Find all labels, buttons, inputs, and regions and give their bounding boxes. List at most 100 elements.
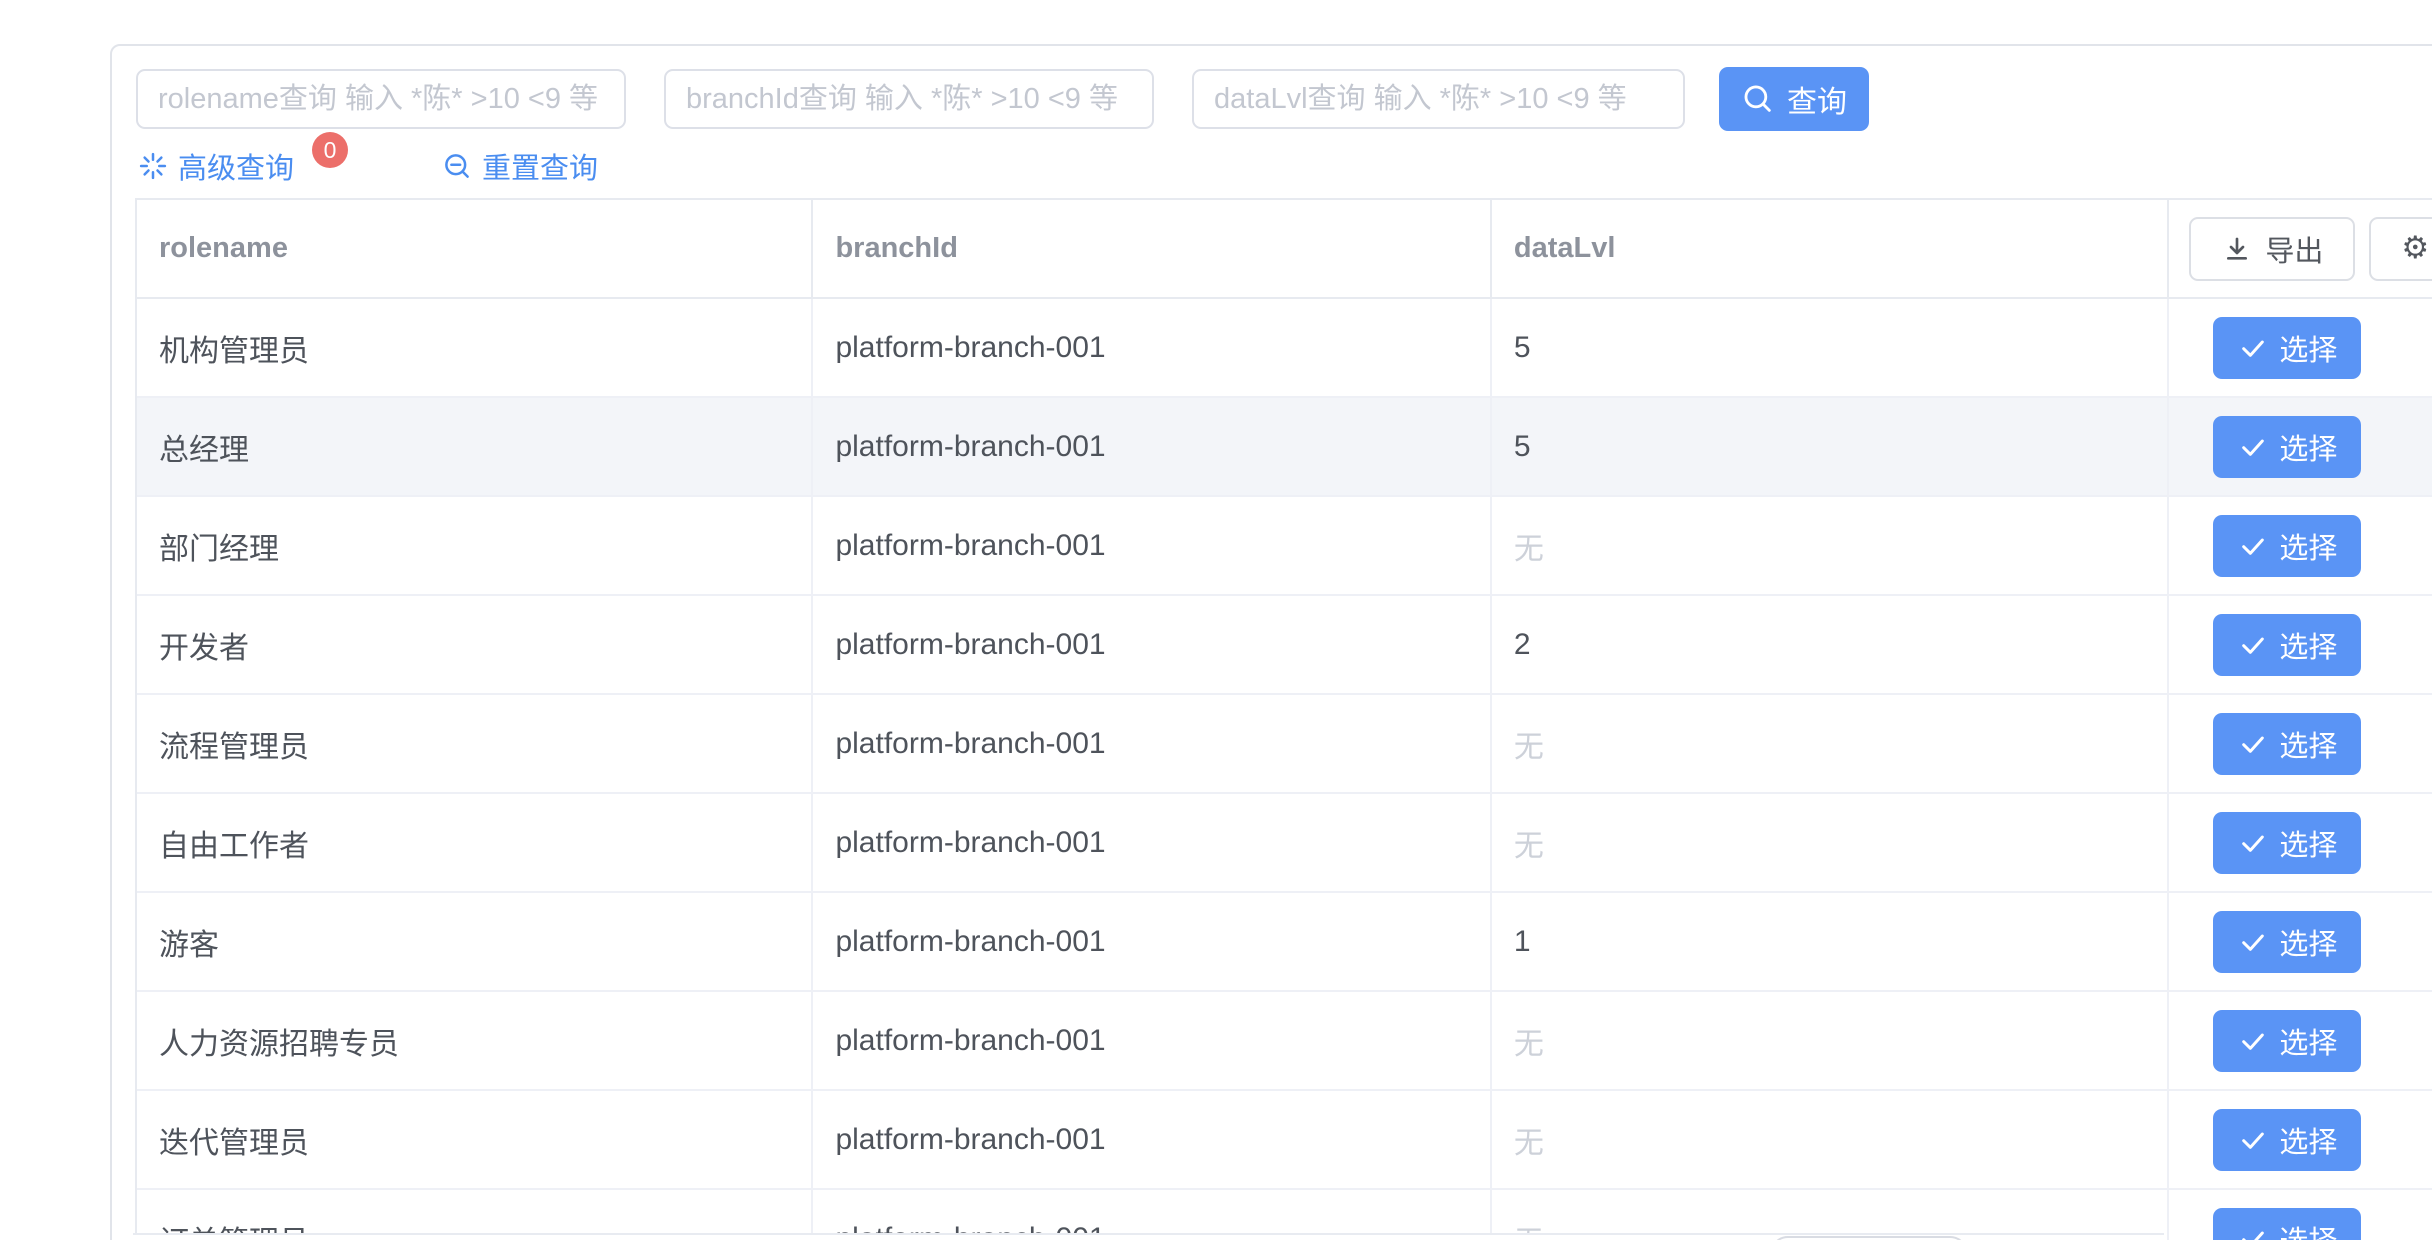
cell-actions: 选择 bbox=[2169, 497, 2432, 594]
query-card: 查询 高级查询 0 bbox=[110, 44, 2432, 1240]
cell-branchid: platform-branch-001 bbox=[813, 497, 1491, 594]
datalvl-query-input[interactable] bbox=[1192, 69, 1685, 129]
table-row: 人力资源招聘专员 platform-branch-001 无 选择 bbox=[137, 992, 2432, 1091]
table-row: 流程管理员 platform-branch-001 无 选择 bbox=[137, 695, 2432, 794]
check-icon bbox=[2237, 332, 2269, 364]
cell-branchid: platform-branch-001 bbox=[813, 596, 1491, 693]
select-button-label: 选择 bbox=[2279, 1218, 2337, 1240]
select-button-label: 选择 bbox=[2279, 822, 2337, 864]
select-button-label: 选择 bbox=[2279, 327, 2337, 369]
cell-actions: 选择 bbox=[2169, 893, 2432, 990]
cell-branchid: platform-branch-001 bbox=[813, 398, 1491, 495]
cell-rolename: 开发者 bbox=[137, 596, 813, 693]
cell-branchid: platform-branch-001 bbox=[813, 299, 1491, 396]
export-button-label: 导出 bbox=[2265, 228, 2323, 270]
export-button[interactable]: 导出 bbox=[2189, 217, 2355, 281]
cell-branchid: platform-branch-001 bbox=[813, 794, 1491, 891]
cell-rolename: 自由工作者 bbox=[137, 794, 813, 891]
check-icon bbox=[2237, 926, 2269, 958]
check-icon bbox=[2237, 1124, 2269, 1156]
column-header-rolename[interactable]: rolename bbox=[137, 200, 813, 297]
check-icon bbox=[2237, 1025, 2269, 1057]
advanced-query-badge: 0 bbox=[312, 132, 348, 168]
select-button[interactable]: 选择 bbox=[2213, 812, 2361, 874]
cell-rolename: 机构管理员 bbox=[137, 299, 813, 396]
table-header-row: rolename branchId dataLvl 导出 bbox=[137, 200, 2432, 299]
select-button-label: 选择 bbox=[2279, 723, 2337, 765]
cell-actions: 选择 bbox=[2169, 1190, 2432, 1240]
reset-query-label: 重置查询 bbox=[482, 145, 598, 187]
check-icon bbox=[2237, 530, 2269, 562]
reset-query-link[interactable]: 重置查询 bbox=[442, 145, 598, 187]
branchid-query-input[interactable] bbox=[664, 69, 1154, 129]
select-button-label: 选择 bbox=[2279, 624, 2337, 666]
select-button[interactable]: 选择 bbox=[2213, 416, 2361, 478]
select-button[interactable]: 选择 bbox=[2213, 1208, 2361, 1240]
cell-branchid: platform-branch-001 bbox=[813, 893, 1491, 990]
search-icon bbox=[1741, 82, 1775, 116]
cell-branchid: platform-branch-001 bbox=[813, 1091, 1491, 1188]
select-button-label: 选择 bbox=[2279, 1020, 2337, 1062]
query-links-row: 高级查询 0 重置查询 bbox=[138, 144, 598, 188]
table-header-actions: 导出 ⚙ 配置 bbox=[2169, 200, 2432, 297]
select-button-label: 选择 bbox=[2279, 921, 2337, 963]
table-body: 机构管理员 platform-branch-001 5 选择 总经理 platf… bbox=[137, 299, 2432, 1240]
page: 查询 高级查询 0 bbox=[0, 0, 2432, 1240]
check-icon bbox=[2237, 431, 2269, 463]
cell-rolename: 游客 bbox=[137, 893, 813, 990]
check-icon bbox=[2237, 728, 2269, 760]
cell-datalvl: 无 bbox=[1492, 794, 2169, 891]
cell-rolename: 人力资源招聘专员 bbox=[137, 992, 813, 1089]
select-button-label: 选择 bbox=[2279, 1119, 2337, 1161]
cell-actions: 选择 bbox=[2169, 695, 2432, 792]
cell-rolename: 总经理 bbox=[137, 398, 813, 495]
query-button-label: 查询 bbox=[1787, 77, 1847, 121]
rolename-query-input[interactable] bbox=[136, 69, 626, 129]
table-row: 迭代管理员 platform-branch-001 无 选择 bbox=[137, 1091, 2432, 1190]
advanced-query-label: 高级查询 bbox=[178, 145, 294, 187]
roles-table: rolename branchId dataLvl 导出 bbox=[135, 198, 2432, 1240]
cell-actions: 选择 bbox=[2169, 992, 2432, 1089]
select-button[interactable]: 选择 bbox=[2213, 317, 2361, 379]
select-button[interactable]: 选择 bbox=[2213, 515, 2361, 577]
table-row: 游客 platform-branch-001 1 选择 bbox=[137, 893, 2432, 992]
select-button[interactable]: 选择 bbox=[2213, 1109, 2361, 1171]
table-row: 部门经理 platform-branch-001 无 选择 bbox=[137, 497, 2432, 596]
advanced-query-link[interactable]: 高级查询 0 bbox=[138, 145, 348, 187]
sparkle-asterisk-icon bbox=[138, 151, 168, 181]
gear-icon: ⚙ bbox=[2401, 233, 2429, 264]
table-row: 开发者 platform-branch-001 2 选择 bbox=[137, 596, 2432, 695]
cell-branchid: platform-branch-001 bbox=[813, 992, 1491, 1089]
select-button[interactable]: 选择 bbox=[2213, 713, 2361, 775]
cell-datalvl: 2 bbox=[1492, 596, 2169, 693]
horizontal-scrollbar-thumb[interactable] bbox=[1770, 1236, 1968, 1240]
select-button-label: 选择 bbox=[2279, 426, 2337, 468]
download-icon bbox=[2221, 233, 2253, 265]
cell-actions: 选择 bbox=[2169, 596, 2432, 693]
check-icon bbox=[2237, 827, 2269, 859]
select-button-label: 选择 bbox=[2279, 525, 2337, 567]
cell-actions: 选择 bbox=[2169, 794, 2432, 891]
column-header-datalvl[interactable]: dataLvl bbox=[1492, 200, 2169, 297]
cell-rolename: 迭代管理员 bbox=[137, 1091, 813, 1188]
table-row: 总经理 platform-branch-001 5 选择 bbox=[137, 398, 2432, 497]
cell-rolename: 流程管理员 bbox=[137, 695, 813, 792]
query-button[interactable]: 查询 bbox=[1719, 67, 1869, 131]
table-row: 机构管理员 platform-branch-001 5 选择 bbox=[137, 299, 2432, 398]
check-icon bbox=[2237, 629, 2269, 661]
cell-actions: 选择 bbox=[2169, 1091, 2432, 1188]
cell-datalvl: 无 bbox=[1492, 1091, 2169, 1188]
cell-datalvl: 无 bbox=[1492, 992, 2169, 1089]
select-button[interactable]: 选择 bbox=[2213, 911, 2361, 973]
cell-actions: 选择 bbox=[2169, 299, 2432, 396]
column-header-branchid[interactable]: branchId bbox=[813, 200, 1491, 297]
cell-branchid: platform-branch-001 bbox=[813, 695, 1491, 792]
cell-rolename: 部门经理 bbox=[137, 497, 813, 594]
select-button[interactable]: 选择 bbox=[2213, 1010, 2361, 1072]
cell-datalvl: 无 bbox=[1492, 695, 2169, 792]
config-button[interactable]: ⚙ 配置 bbox=[2369, 217, 2432, 281]
check-icon bbox=[2237, 1223, 2269, 1240]
select-button[interactable]: 选择 bbox=[2213, 614, 2361, 676]
cell-datalvl: 1 bbox=[1492, 893, 2169, 990]
zoom-out-icon bbox=[442, 151, 472, 181]
